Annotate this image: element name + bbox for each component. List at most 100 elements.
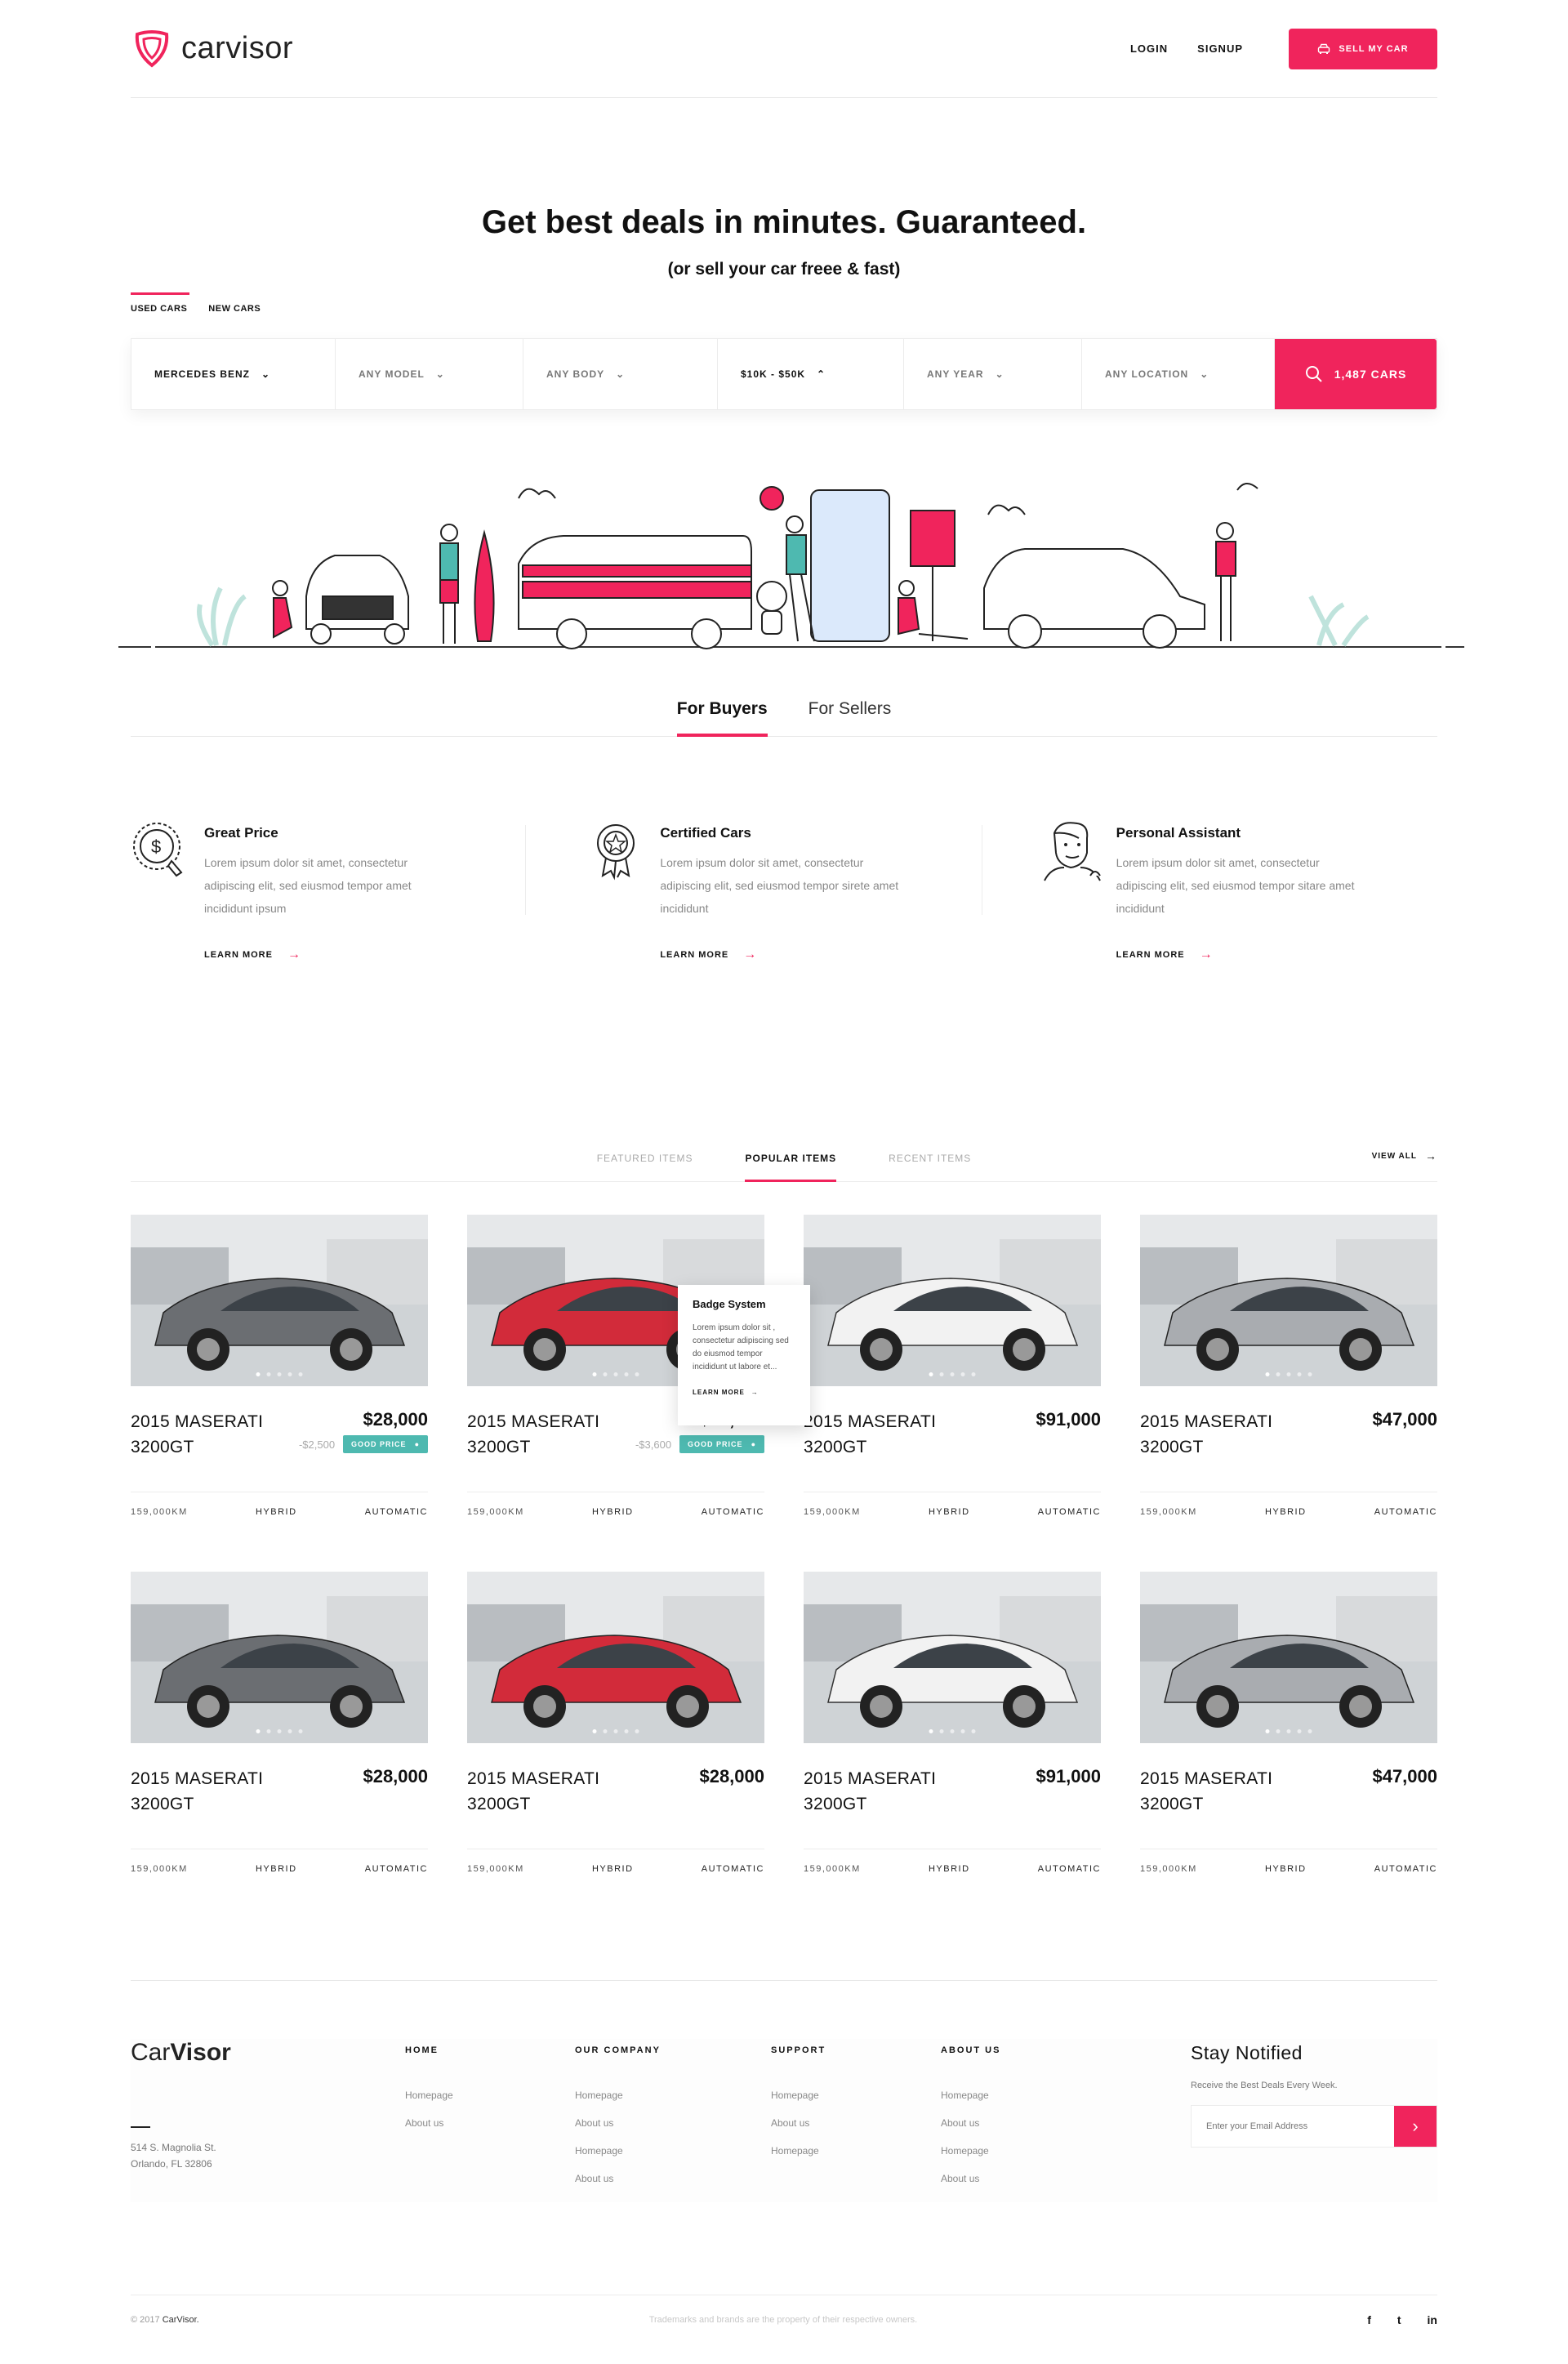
tab-featured-items[interactable]: FEATURED ITEMS bbox=[597, 1153, 693, 1182]
search-cars-button[interactable]: 1,487 CARS bbox=[1275, 339, 1437, 409]
carousel-dots[interactable] bbox=[256, 1729, 303, 1733]
car-photo bbox=[804, 1215, 1101, 1386]
footer-link[interactable]: Homepage bbox=[771, 2090, 826, 2101]
model-select[interactable]: ANY MODEL ⌄ bbox=[336, 339, 523, 409]
car-photo bbox=[1140, 1572, 1437, 1743]
good-price-badge[interactable]: GOOD PRICE ● bbox=[343, 1435, 428, 1453]
listing-card[interactable]: 2015 MASERATI 3200GT $91,000 159,000KM H… bbox=[804, 1572, 1101, 1882]
tab-for-buyers[interactable]: For Buyers bbox=[676, 694, 768, 737]
price-badge-row: -$3,600 GOOD PRICE ● bbox=[635, 1435, 764, 1453]
learn-more-link[interactable]: LEARN MORE → bbox=[204, 948, 457, 962]
listing-card[interactable]: 2015 MASERATI 3200GT $91,000 159,000KM H… bbox=[804, 1215, 1101, 1525]
carousel-dots[interactable] bbox=[592, 1372, 639, 1376]
twitter-icon[interactable]: t bbox=[1397, 2313, 1401, 2326]
tab-recent-items[interactable]: RECENT ITEMS bbox=[889, 1153, 971, 1182]
arrow-right-icon: → bbox=[287, 948, 301, 961]
info-icon: ● bbox=[414, 1440, 420, 1448]
sell-my-car-button[interactable]: SELL MY CAR bbox=[1289, 28, 1437, 69]
listing-name: 2015 MASERATI 3200GT bbox=[1140, 1769, 1273, 1813]
carousel-dots[interactable] bbox=[256, 1372, 303, 1376]
learn-more-label: LEARN MORE bbox=[660, 950, 729, 960]
spec-transmission: AUTOMATIC bbox=[364, 1864, 428, 1874]
footer-link[interactable]: About us bbox=[941, 2173, 1000, 2184]
linkedin-icon[interactable]: in bbox=[1428, 2313, 1437, 2326]
listing-photo[interactable] bbox=[1140, 1572, 1437, 1743]
search-tabs: USED CARS NEW CARS bbox=[131, 292, 1437, 317]
footer-link[interactable]: Homepage bbox=[405, 2090, 453, 2101]
signup-link[interactable]: SIGNUP bbox=[1197, 42, 1243, 55]
tab-used-cars[interactable]: USED CARS bbox=[131, 292, 190, 317]
good-price-label: GOOD PRICE bbox=[351, 1440, 407, 1448]
footer-link[interactable]: Homepage bbox=[575, 2145, 661, 2157]
listing-card[interactable]: 2015 MASERATI 3200GT $28,000 159,000KM H… bbox=[467, 1572, 764, 1882]
footer-link[interactable]: About us bbox=[771, 2117, 826, 2129]
brand-logo[interactable]: carvisor bbox=[131, 28, 293, 70]
footer-divider bbox=[131, 1980, 1437, 1981]
tab-for-sellers[interactable]: For Sellers bbox=[808, 694, 892, 737]
listing-card[interactable]: 2015 MASERATI 3200GT $28,000 -$2,500 GOO… bbox=[131, 1215, 428, 1525]
good-price-badge[interactable]: GOOD PRICE ● bbox=[679, 1435, 764, 1453]
listing-photo[interactable] bbox=[1140, 1215, 1437, 1386]
footer-link[interactable]: About us bbox=[575, 2117, 661, 2129]
footer-link[interactable]: Homepage bbox=[941, 2145, 1000, 2157]
feature-personal-assistant: Personal Assistant Lorem ipsum dolor sit… bbox=[981, 817, 1437, 980]
footer-link[interactable]: Homepage bbox=[575, 2090, 661, 2101]
footer-link[interactable]: Homepage bbox=[771, 2145, 826, 2157]
chevron-down-icon: ⌄ bbox=[435, 368, 445, 380]
footer-link[interactable]: About us bbox=[941, 2117, 1000, 2129]
copyright-brand: CarVisor. bbox=[162, 2314, 199, 2325]
carousel-dots[interactable] bbox=[1265, 1729, 1312, 1733]
body-select[interactable]: ANY BODY ⌄ bbox=[523, 339, 718, 409]
spec-fuel: HYBRID bbox=[1264, 1507, 1307, 1517]
listing-photo[interactable] bbox=[131, 1215, 428, 1386]
spec-mileage: 159,000KM bbox=[467, 1507, 524, 1517]
tooltip-learn-more-link[interactable]: LEARN MORE → bbox=[693, 1389, 795, 1396]
spec-fuel: HYBRID bbox=[928, 1507, 970, 1517]
learn-more-link[interactable]: LEARN MORE → bbox=[1116, 948, 1370, 962]
listing-photo[interactable] bbox=[467, 1572, 764, 1743]
top-nav: LOGIN SIGNUP SELL MY CAR bbox=[1130, 28, 1437, 69]
address-line-1: 514 S. Magnolia St. bbox=[131, 2142, 216, 2153]
price-select[interactable]: $10K - $50K ⌃ bbox=[718, 339, 904, 409]
tab-new-cars[interactable]: NEW CARS bbox=[208, 292, 261, 317]
view-all-link[interactable]: VIEW ALL → bbox=[1372, 1149, 1437, 1162]
email-field[interactable] bbox=[1192, 2106, 1394, 2147]
login-link[interactable]: LOGIN bbox=[1130, 42, 1168, 55]
carousel-dots[interactable] bbox=[929, 1729, 976, 1733]
spec-fuel: HYBRID bbox=[591, 1507, 634, 1517]
footer-link[interactable]: About us bbox=[575, 2173, 661, 2184]
listing-name: 2015 MASERATI 3200GT bbox=[1140, 1412, 1273, 1456]
carousel-dots[interactable] bbox=[592, 1729, 639, 1733]
footer-link[interactable]: About us bbox=[405, 2117, 453, 2129]
listing-card[interactable]: 2015 MASERATI 3200GT $47,000 159,000KM H… bbox=[1140, 1572, 1437, 1882]
listing-card[interactable]: 2015 MASERATI 3200GT $28,000 159,000KM H… bbox=[131, 1572, 428, 1882]
listing-card[interactable]: 2015 MASERATI 3200GT $47,000 159,000KM H… bbox=[1140, 1215, 1437, 1525]
hero-title: Get best deals in minutes. Guaranteed. bbox=[481, 204, 1087, 240]
brand-name: carvisor bbox=[181, 31, 294, 65]
chevron-down-icon: ⌄ bbox=[995, 368, 1004, 380]
price-value: $10K - $50K bbox=[741, 368, 806, 380]
spec-transmission: AUTOMATIC bbox=[1374, 1507, 1437, 1517]
feature-text: Lorem ipsum dolor sit amet, consectetur … bbox=[204, 856, 412, 915]
carousel-dots[interactable] bbox=[929, 1372, 976, 1376]
footer-link[interactable]: Homepage bbox=[941, 2090, 1000, 2101]
tab-popular-items[interactable]: POPULAR ITEMS bbox=[745, 1153, 837, 1182]
listing-photo[interactable] bbox=[131, 1572, 428, 1743]
tooltip-learn-more-label: LEARN MORE bbox=[693, 1389, 745, 1396]
subscribe-button[interactable]: › bbox=[1394, 2106, 1437, 2147]
location-select[interactable]: ANY LOCATION ⌄ bbox=[1082, 339, 1275, 409]
facebook-icon[interactable]: f bbox=[1367, 2313, 1371, 2326]
feature-text: Lorem ipsum dolor sit amet, consectetur … bbox=[1116, 856, 1355, 915]
footer-logo[interactable]: CarVisor bbox=[131, 2039, 231, 2067]
hero-subtitle: (or sell your car freee & fast) bbox=[667, 260, 901, 279]
spec-transmission: AUTOMATIC bbox=[1037, 1507, 1101, 1517]
social-links: f t in bbox=[1367, 2313, 1437, 2326]
learn-more-link[interactable]: LEARN MORE → bbox=[660, 948, 913, 962]
make-select[interactable]: MERCEDES BENZ ⌄ bbox=[131, 339, 336, 409]
carousel-dots[interactable] bbox=[1265, 1372, 1312, 1376]
year-select[interactable]: ANY YEAR ⌄ bbox=[904, 339, 1082, 409]
search-bar: MERCEDES BENZ ⌄ ANY MODEL ⌄ ANY BODY ⌄ $… bbox=[131, 338, 1437, 410]
listing-photo[interactable] bbox=[804, 1215, 1101, 1386]
listing-photo[interactable] bbox=[804, 1572, 1101, 1743]
footer-address: 514 S. Magnolia St. Orlando, FL 32806 bbox=[131, 2139, 294, 2172]
